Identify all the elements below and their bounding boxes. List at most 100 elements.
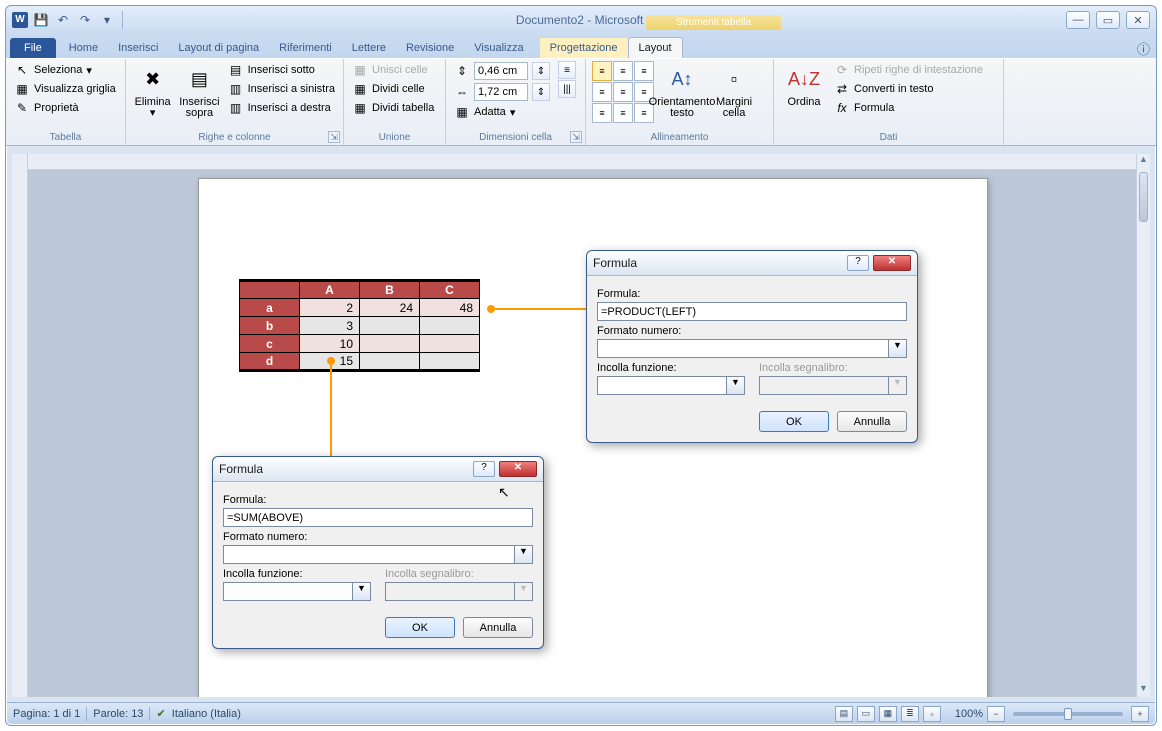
- dialog-help-button[interactable]: ?: [847, 255, 869, 271]
- file-tab[interactable]: File: [10, 38, 56, 58]
- view-draft-button[interactable]: ▫: [923, 706, 941, 722]
- redo-icon[interactable]: ↷: [76, 11, 94, 29]
- align-bot-left[interactable]: ≡: [592, 103, 612, 123]
- properties-button[interactable]: ✎Proprietà: [12, 99, 118, 117]
- cell-c4[interactable]: [420, 353, 480, 371]
- qat-customize-icon[interactable]: ▾: [98, 11, 116, 29]
- vertical-scrollbar[interactable]: ▲ ▼: [1136, 154, 1150, 697]
- save-icon[interactable]: 💾: [32, 11, 50, 29]
- view-gridlines-button[interactable]: ▦Visualizza griglia: [12, 80, 118, 98]
- sort-button[interactable]: A↓ZOrdina: [780, 61, 828, 110]
- dialog-launcher-icon[interactable]: ⇲: [328, 131, 340, 143]
- dialog-launcher-icon[interactable]: ⇲: [570, 131, 582, 143]
- col-width-control[interactable]: ⇔⇕: [452, 82, 552, 102]
- align-mid-left[interactable]: ≡: [592, 82, 612, 102]
- dropdown-icon[interactable]: ▼: [889, 339, 907, 358]
- align-mid-center[interactable]: ≡: [613, 82, 633, 102]
- insert-above-button[interactable]: ▤Inserisci sopra: [177, 61, 221, 121]
- view-fullscreen-button[interactable]: ▭: [857, 706, 875, 722]
- row-height-input[interactable]: [474, 62, 528, 80]
- tab-layout[interactable]: Layout: [628, 37, 683, 58]
- ok-button[interactable]: OK: [385, 617, 455, 638]
- row-height-control[interactable]: ⇕⇕: [452, 61, 552, 81]
- align-bot-center[interactable]: ≡: [613, 103, 633, 123]
- spinner-icon[interactable]: ⇕: [532, 83, 550, 101]
- split-table-button[interactable]: ▦Dividi tabella: [350, 99, 436, 117]
- autofit-button[interactable]: ▦Adatta ▾: [452, 103, 552, 121]
- cell-a2[interactable]: 3: [300, 317, 360, 335]
- dialog-help-button[interactable]: ?: [473, 461, 495, 477]
- repeat-header-button[interactable]: ⟳Ripeti righe di intestazione: [832, 61, 985, 79]
- scroll-down-icon[interactable]: ▼: [1137, 683, 1150, 697]
- insert-right-button[interactable]: ▥Inserisci a destra: [226, 99, 337, 117]
- paste-fn-input[interactable]: [597, 376, 727, 395]
- dialog-titlebar[interactable]: Formula ? ✕: [587, 251, 917, 276]
- paste-fn-input[interactable]: [223, 582, 353, 601]
- tab-references[interactable]: Riferimenti: [269, 38, 342, 58]
- zoom-slider[interactable]: [1013, 712, 1123, 716]
- tab-insert[interactable]: Inserisci: [108, 38, 168, 58]
- cell-margins-button[interactable]: ▫Margini cella: [710, 61, 758, 121]
- scroll-up-icon[interactable]: ▲: [1137, 154, 1150, 168]
- cell-a1[interactable]: 2: [300, 299, 360, 317]
- convert-text-button[interactable]: ⇄Converti in testo: [832, 80, 985, 98]
- view-web-button[interactable]: ▦: [879, 706, 897, 722]
- numfmt-input[interactable]: [597, 339, 889, 358]
- cancel-button[interactable]: Annulla: [463, 617, 533, 638]
- horizontal-ruler[interactable]: [28, 154, 1136, 170]
- numfmt-combo[interactable]: ▼: [597, 339, 907, 358]
- status-page[interactable]: Pagina: 1 di 1: [13, 708, 80, 720]
- tab-pagelayout[interactable]: Layout di pagina: [168, 38, 269, 58]
- delete-button[interactable]: ✖Elimina▾: [132, 61, 173, 121]
- proofing-icon[interactable]: ✔: [156, 707, 165, 720]
- paste-fn-combo[interactable]: ▼: [597, 376, 745, 395]
- distribute-cols-button[interactable]: |||: [558, 80, 576, 98]
- insert-left-button[interactable]: ▥Inserisci a sinistra: [226, 80, 337, 98]
- close-button[interactable]: ✕: [1126, 11, 1150, 29]
- tab-mailings[interactable]: Lettere: [342, 38, 396, 58]
- cell-c2[interactable]: [420, 317, 480, 335]
- cell-a3[interactable]: 10: [300, 335, 360, 353]
- distribute-rows-button[interactable]: ≡: [558, 61, 576, 79]
- ok-button[interactable]: OK: [759, 411, 829, 432]
- minimize-button[interactable]: —: [1066, 11, 1090, 29]
- dropdown-icon[interactable]: ▼: [515, 545, 533, 564]
- dropdown-icon[interactable]: ▼: [353, 582, 371, 601]
- cell-b1[interactable]: 24: [360, 299, 420, 317]
- formula-input[interactable]: [223, 508, 533, 527]
- align-top-right[interactable]: ≡: [634, 61, 654, 81]
- zoom-in-button[interactable]: +: [1131, 706, 1149, 722]
- paste-fn-combo[interactable]: ▼: [223, 582, 371, 601]
- status-words[interactable]: Parole: 13: [93, 708, 143, 720]
- cell-b4[interactable]: [360, 353, 420, 371]
- undo-icon[interactable]: ↶: [54, 11, 72, 29]
- tab-review[interactable]: Revisione: [396, 38, 464, 58]
- insert-below-button[interactable]: ▤Inserisci sotto: [226, 61, 337, 79]
- cell-c3[interactable]: [420, 335, 480, 353]
- maximize-button[interactable]: ▭: [1096, 11, 1120, 29]
- tab-view[interactable]: Visualizza: [464, 38, 533, 58]
- dropdown-icon[interactable]: ▼: [727, 376, 745, 395]
- dialog-titlebar[interactable]: Formula ? ✕: [213, 457, 543, 482]
- col-width-input[interactable]: [474, 83, 528, 101]
- text-direction-button[interactable]: A↕Orientamento testo: [658, 61, 706, 121]
- zoom-knob[interactable]: [1064, 708, 1072, 720]
- view-print-layout-button[interactable]: ▤: [835, 706, 853, 722]
- dialog-close-button[interactable]: ✕: [873, 255, 911, 271]
- status-language[interactable]: Italiano (Italia): [172, 708, 241, 720]
- align-top-center[interactable]: ≡: [613, 61, 633, 81]
- cell-b2[interactable]: [360, 317, 420, 335]
- scroll-thumb[interactable]: [1139, 172, 1148, 222]
- zoom-level[interactable]: 100%: [955, 708, 983, 720]
- view-outline-button[interactable]: ≣: [901, 706, 919, 722]
- vertical-ruler[interactable]: [12, 154, 28, 697]
- tab-design[interactable]: Progettazione: [540, 38, 628, 58]
- demo-table[interactable]: A B C a 2 24 48 b 3: [239, 279, 480, 372]
- spinner-icon[interactable]: ⇕: [532, 62, 550, 80]
- ribbon-help-icon[interactable]: ⓘ: [1137, 39, 1156, 58]
- align-top-left[interactable]: ≡: [592, 61, 612, 81]
- split-cells-button[interactable]: ▦Dividi celle: [350, 80, 436, 98]
- select-button[interactable]: ↖Seleziona ▾: [12, 61, 118, 79]
- merge-cells-button[interactable]: ▦Unisci celle: [350, 61, 436, 79]
- dialog-close-button[interactable]: ✕: [499, 461, 537, 477]
